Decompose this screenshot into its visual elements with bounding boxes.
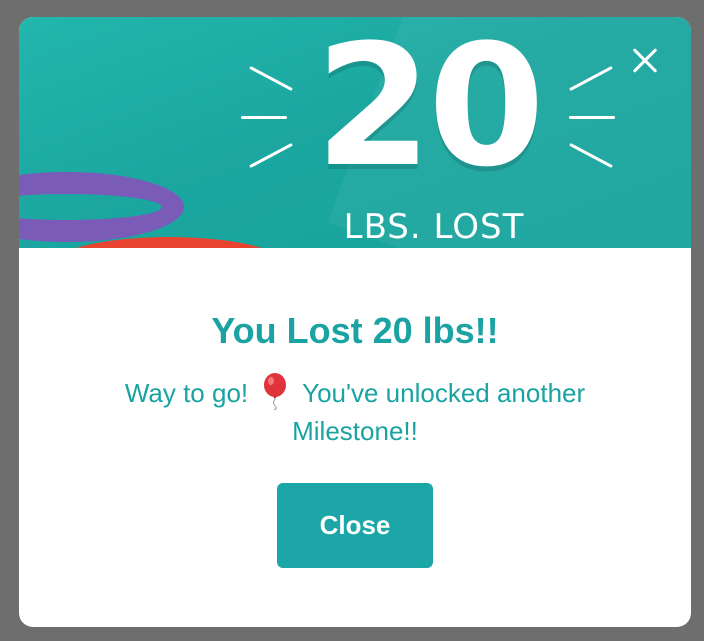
milestone-caption: LBS. LOST bbox=[343, 207, 525, 247]
hero-ray bbox=[249, 142, 293, 169]
modal-title: You Lost 20 lbs!! bbox=[211, 310, 499, 351]
close-icon[interactable] bbox=[627, 43, 663, 79]
milestone-modal: 20 LBS. LOST You Lost 20 lbs!! Way to go… bbox=[19, 17, 691, 627]
milestone-number: 20 bbox=[315, 17, 545, 204]
hero-ray bbox=[569, 116, 615, 119]
hero-ray bbox=[241, 116, 287, 119]
hero-ray bbox=[249, 65, 293, 92]
purple-wristband-image bbox=[19, 172, 184, 242]
close-button[interactable]: Close bbox=[277, 483, 433, 568]
message-text-after: You've unlocked another Milestone!! bbox=[292, 378, 586, 446]
milestone-hero-banner: 20 LBS. LOST bbox=[19, 17, 691, 248]
message-text-before: Way to go! bbox=[124, 378, 249, 408]
balloon-icon bbox=[261, 372, 289, 411]
modal-message: Way to go! You've unlocked another Miles… bbox=[89, 372, 621, 450]
